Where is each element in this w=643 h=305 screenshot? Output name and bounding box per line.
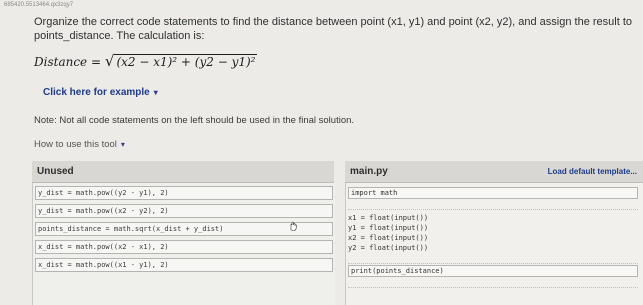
exercise-id: 685420.5513464.qx3zqy7 [4,2,74,8]
drop-zone[interactable] [348,199,638,210]
code-line[interactable]: x2 = float(input()) [348,233,428,243]
chevron-down-icon: ▾ [120,140,125,149]
drop-zone[interactable] [348,277,638,288]
unused-panel: y_dist = math.pow((y2 - y1), 2) y_dist =… [32,183,335,305]
code-editor[interactable]: import math x1 = float(input()) y1 = flo… [345,183,643,305]
code-block[interactable]: y_dist = math.pow((x2 - y2), 2) [35,204,333,218]
code-line[interactable]: y1 = float(input()) [348,223,428,233]
example-toggle[interactable]: Click here for example ▾ [43,87,158,98]
chevron-down-icon: ▾ [153,88,158,97]
how-to-label: How to use this tool [34,139,117,150]
example-link-label: Click here for example [43,87,150,98]
instructions: Organize the correct code statements to … [34,16,633,42]
code-block[interactable]: x_dist = math.pow((x2 - x1), 2) [35,240,333,254]
formula-radicand: (x2 − x1)² + (y2 − y1)² [114,54,258,69]
formula-lhs: Distance [34,55,88,69]
code-line[interactable]: y2 = float(input()) [348,243,428,253]
hand-cursor-icon [290,221,297,231]
code-line[interactable]: x1 = float(input()) [348,213,428,223]
code-block[interactable]: x_dist = math.pow((x1 - y1), 2) [35,258,333,272]
note-text: Note: Not all code statements on the lef… [34,115,355,126]
distance-formula: Distance = √ (x2 − x1)² + (y2 − y1)² [34,52,258,70]
unused-header: Unused [32,161,334,183]
load-template-button[interactable]: Load default template... [548,161,637,183]
main-title: main.py [350,166,388,177]
formula-equals: = [90,55,102,69]
unused-title: Unused [37,166,74,177]
sqrt-symbol: √ [104,52,115,70]
code-block[interactable]: y_dist = math.pow((y2 - y1), 2) [35,186,333,200]
code-line[interactable]: import math [348,187,638,199]
main-header: main.py Load default template... [345,161,643,183]
how-to-toggle[interactable]: How to use this tool ▾ [34,139,125,150]
drop-zone[interactable] [348,253,638,264]
code-line[interactable]: print(points_distance) [348,265,638,277]
